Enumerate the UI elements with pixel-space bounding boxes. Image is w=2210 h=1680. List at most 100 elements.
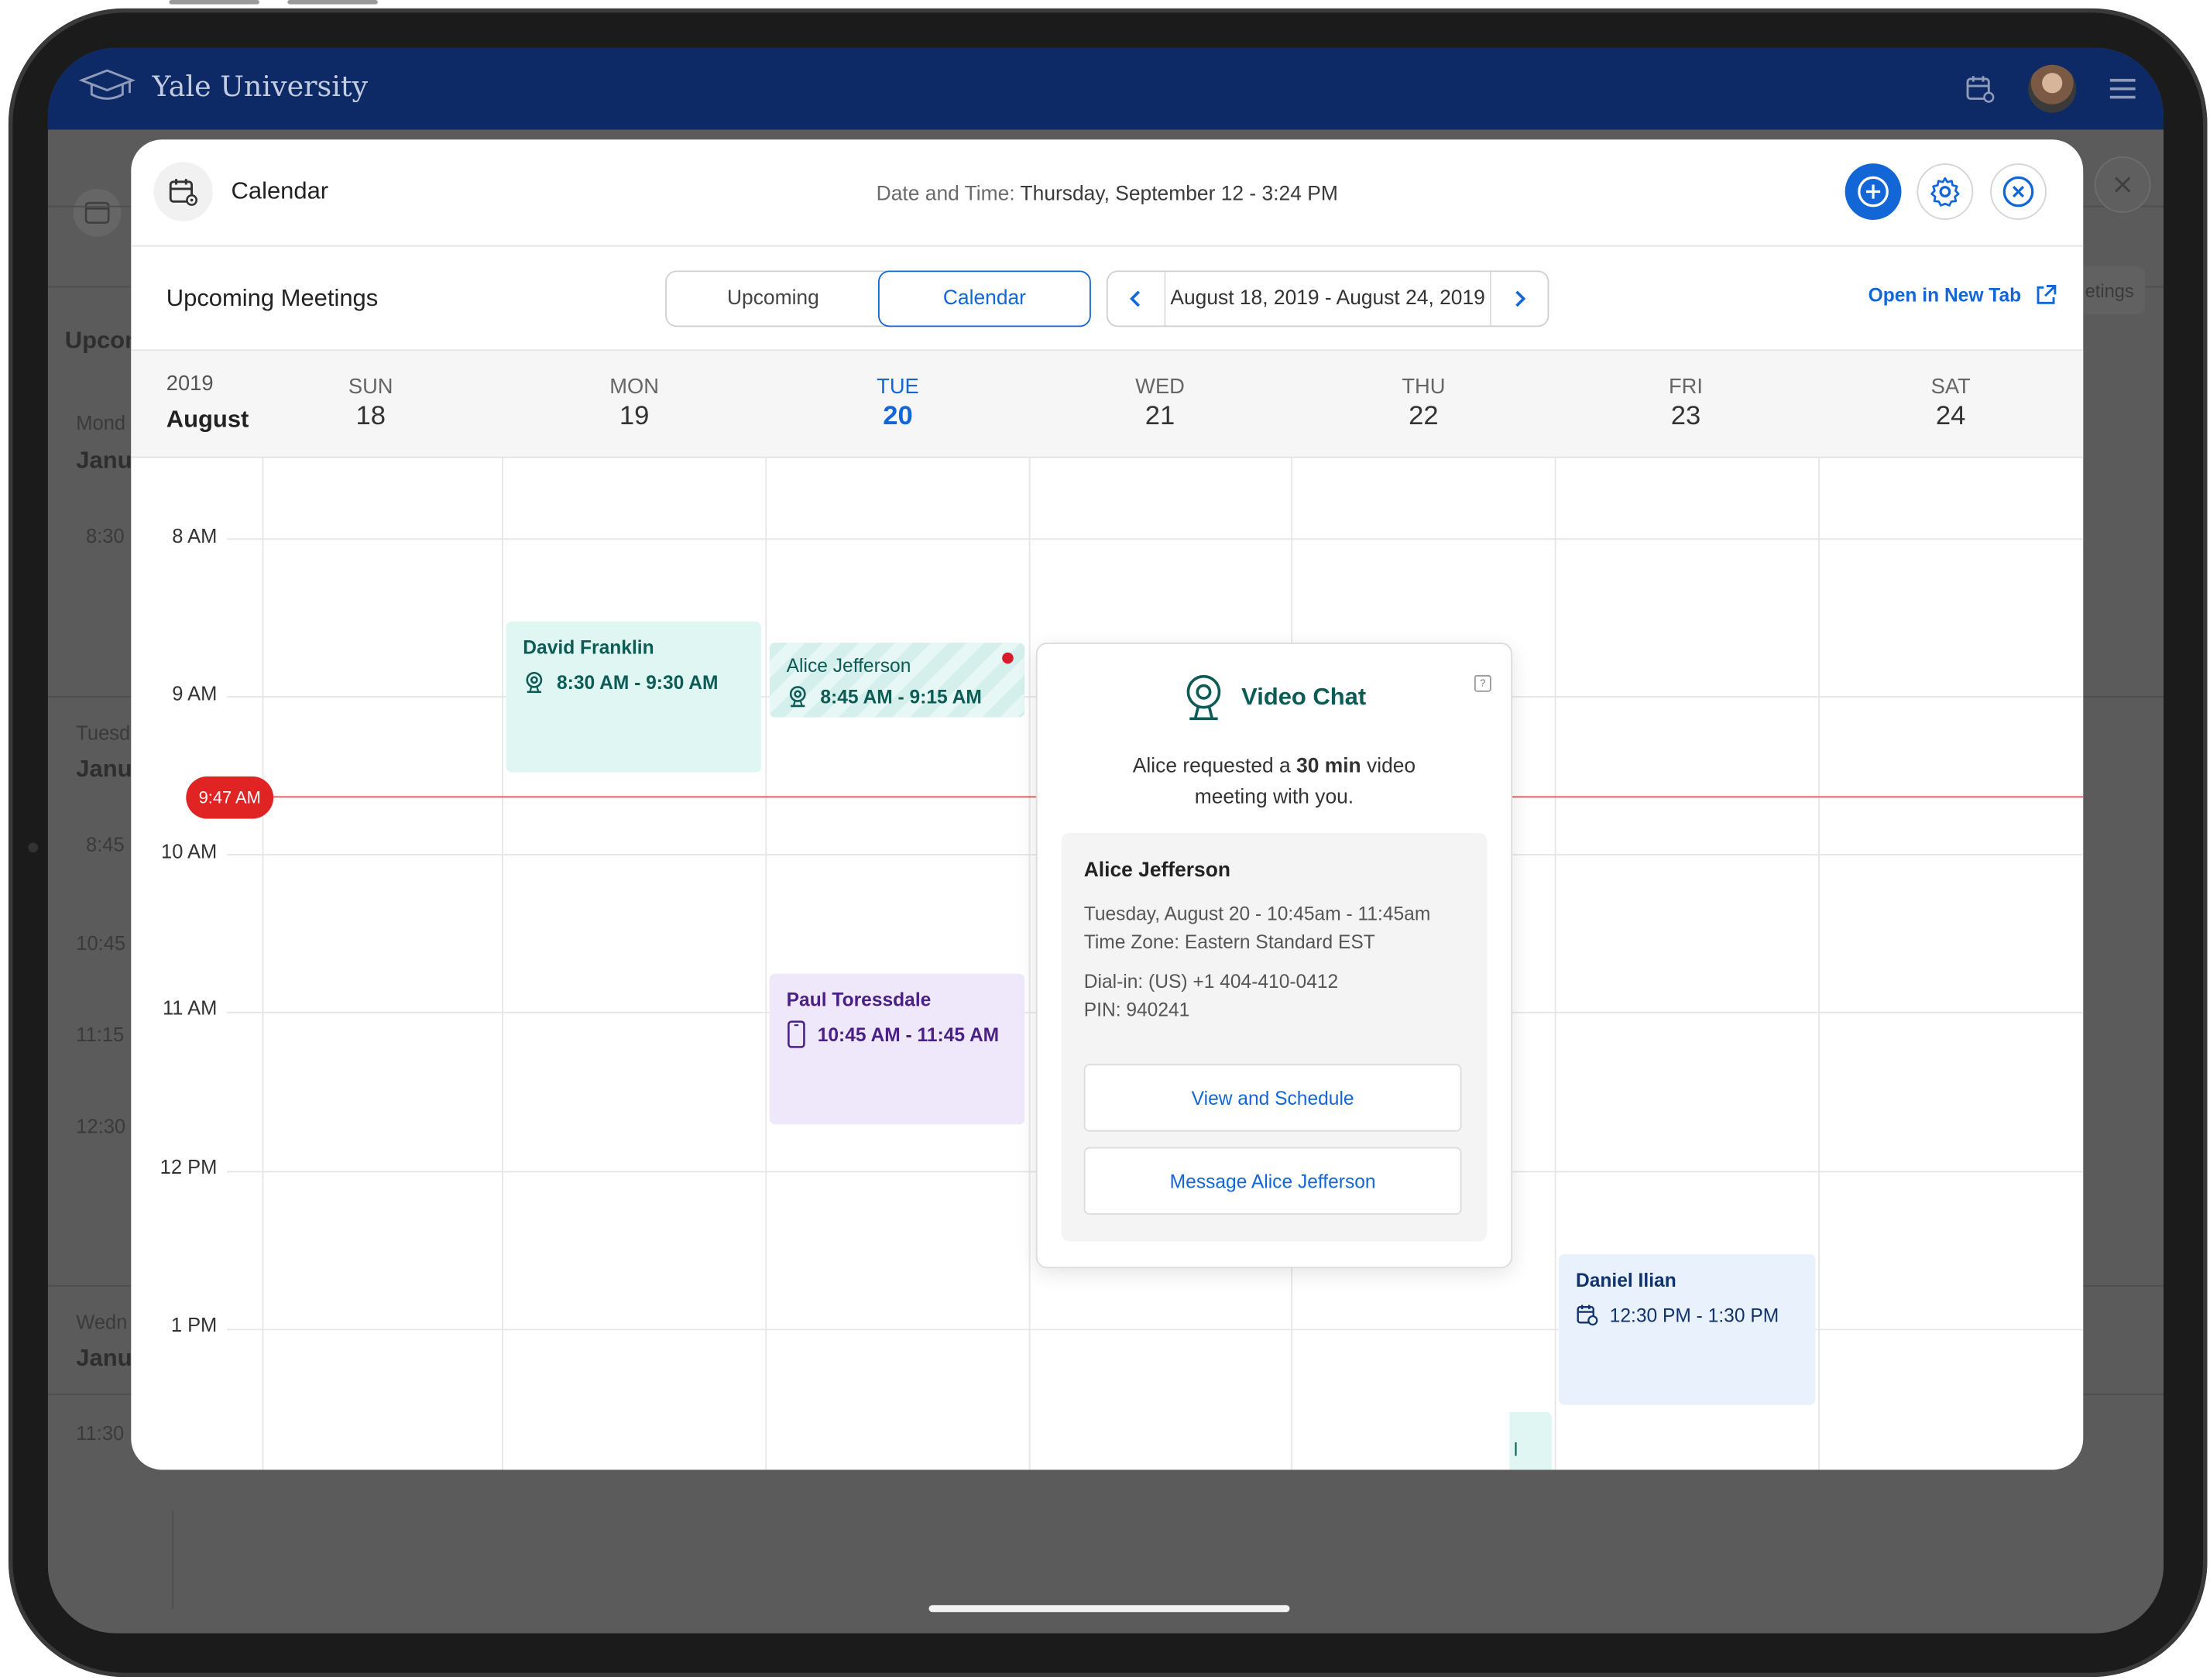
day-header-row: 2019 August SUN 18 MON 19 TUE 20 WED 21 THU 2… xyxy=(131,351,2084,458)
close-circle-icon xyxy=(2002,176,2034,207)
popover-message: Alice requested a 30 min video meeting w… xyxy=(1093,751,1454,813)
tab-calendar[interactable]: Calendar xyxy=(877,270,1091,327)
home-indicator[interactable] xyxy=(928,1605,1290,1613)
event-time-row: 12:30 PM - 1:30 PM xyxy=(1576,1304,1815,1326)
day-weekday: THU xyxy=(1402,375,1446,399)
phone-icon xyxy=(788,1020,805,1048)
date-range-picker: August 18, 2019 - August 24, 2019 xyxy=(1106,270,1549,327)
day-number: 22 xyxy=(1409,401,1439,431)
day-weekday: SAT xyxy=(1930,375,1971,399)
calendar-icon xyxy=(1577,1305,1598,1326)
background-time: 11:30 xyxy=(76,1421,125,1445)
day-weekday: MON xyxy=(609,375,659,399)
message-duration: 30 min xyxy=(1296,755,1361,778)
hidden-event-fragment[interactable]: l xyxy=(1509,1411,1553,1470)
background-time: 8:45 xyxy=(86,832,125,855)
day-column-divider xyxy=(1028,458,1031,1470)
meeting-dial-in: Dial-in: (US) +1 404-410-0412 xyxy=(1083,971,1339,993)
video-chat-icon xyxy=(526,671,543,693)
background-day-weekday: Mond xyxy=(76,411,126,434)
day-weekday: TUE xyxy=(877,375,919,399)
background-day-weekday: Wedn xyxy=(76,1310,128,1333)
video-chat-icon xyxy=(789,686,806,708)
calendar-year: 2019 xyxy=(166,372,214,396)
day-weekday: FRI xyxy=(1668,375,1703,399)
popover-title: Video Chat xyxy=(1241,683,1367,711)
event-alice-jefferson[interactable]: Alice Jefferson 8:45 AM - 9:15 AM xyxy=(769,643,1025,718)
time-label: 12 PM xyxy=(160,1155,218,1178)
message-attendee-button[interactable]: Message Alice Jefferson xyxy=(1083,1147,1462,1215)
meeting-details-card: Alice Jefferson Tuesday, August 20 - 10:… xyxy=(1061,832,1488,1242)
background-calendar-icon xyxy=(73,188,122,237)
time-label: 11 AM xyxy=(162,996,218,1020)
time-label: 9 AM xyxy=(172,681,218,705)
day-header[interactable]: FRI 23 xyxy=(1601,375,1770,433)
day-header[interactable]: SUN 18 xyxy=(287,375,455,433)
background-close-button[interactable] xyxy=(2095,157,2150,212)
day-column-divider xyxy=(262,458,264,1470)
event-time-row: 10:45 AM - 11:45 AM xyxy=(787,1020,1025,1048)
datetime-label: Date and Time: xyxy=(876,183,1015,206)
close-modal-button[interactable] xyxy=(1990,163,2047,220)
background-time: 11:15 xyxy=(76,1023,125,1046)
time-label: 8 AM xyxy=(172,524,218,547)
day-number: 24 xyxy=(1935,401,1966,431)
event-time-row: 8:45 AM - 9:15 AM xyxy=(787,685,1025,708)
graduation-cap-icon xyxy=(78,69,136,100)
day-header[interactable]: THU 22 xyxy=(1339,375,1508,433)
event-paul-toressdale[interactable]: Paul Toressdale 10:45 AM - 11:45 AM xyxy=(769,973,1025,1125)
day-weekday: WED xyxy=(1135,375,1185,399)
help-icon[interactable]: ? xyxy=(1474,674,1491,692)
previous-week-button[interactable] xyxy=(1108,272,1166,326)
popover-header: Video Chat xyxy=(1038,674,1512,722)
tab-upcoming[interactable]: Upcoming xyxy=(667,270,880,327)
brand[interactable]: Yale University xyxy=(78,67,369,104)
avatar[interactable] xyxy=(2028,64,2077,113)
event-time: 12:30 PM - 1:30 PM xyxy=(1609,1304,1779,1325)
day-number: 21 xyxy=(1144,401,1175,431)
day-header-today[interactable]: TUE 20 xyxy=(813,375,982,433)
volume-button xyxy=(169,0,259,5)
video-chat-icon xyxy=(1186,674,1220,721)
video-chat-popover: Video Chat ? Alice requested a 30 min vi… xyxy=(1035,643,1513,1269)
day-weekday: SUN xyxy=(348,375,393,399)
open-in-new-tab-link[interactable]: Open in New Tab xyxy=(1869,285,2057,306)
current-time-badge: 9:47 AM xyxy=(186,776,274,819)
settings-button[interactable] xyxy=(1917,163,1974,220)
camera-dot xyxy=(28,842,39,853)
app-bar: Yale University xyxy=(47,47,2164,130)
add-meeting-button[interactable] xyxy=(1845,163,1902,220)
event-time: 8:45 AM - 9:15 AM xyxy=(820,685,982,707)
open-in-new-tab-label: Open in New Tab xyxy=(1868,284,2022,306)
day-number: 19 xyxy=(619,401,650,431)
day-header[interactable]: MON 19 xyxy=(550,375,719,433)
day-header[interactable]: SAT 24 xyxy=(1866,375,2035,433)
event-name: Daniel Ilian xyxy=(1575,1270,1676,1291)
calendar-modal: Calendar Date and Time: Thursday, Septem… xyxy=(131,139,2084,1470)
power-button xyxy=(287,0,378,5)
message-text: Alice requested a xyxy=(1132,755,1297,778)
hour-gridline xyxy=(227,538,2084,540)
day-column-divider xyxy=(1818,458,1820,1470)
event-daniel-ilian[interactable]: Daniel Ilian 12:30 PM - 1:30 PM xyxy=(1559,1253,1816,1405)
next-week-button[interactable] xyxy=(1489,272,1548,326)
day-number: 23 xyxy=(1670,401,1701,431)
unread-indicator xyxy=(1002,652,1014,664)
view-toggle: Upcoming Calendar xyxy=(665,270,1091,327)
calendar-settings-icon[interactable] xyxy=(1964,72,1998,106)
attendee-name: Alice Jefferson xyxy=(1083,859,1230,883)
day-header[interactable]: WED 21 xyxy=(1076,375,1244,433)
menu-icon[interactable] xyxy=(2107,76,2138,101)
meeting-when: Tuesday, August 20 - 10:45am - 11:45am xyxy=(1083,903,1431,925)
date-range-label: August 18, 2019 - August 24, 2019 xyxy=(1170,287,1485,310)
day-column-divider xyxy=(501,458,503,1470)
app-actions xyxy=(1964,64,2139,113)
event-time-row: 8:30 AM - 9:30 AM xyxy=(523,670,761,693)
event-david-franklin[interactable]: David Franklin 8:30 AM - 9:30 AM xyxy=(506,621,761,773)
calendar-toolbar: Upcoming Meetings Upcoming Calendar Augu… xyxy=(131,247,2084,351)
brand-name: Yale University xyxy=(152,69,369,103)
view-and-schedule-button[interactable]: View and Schedule xyxy=(1083,1064,1462,1132)
event-name: Alice Jefferson xyxy=(786,655,911,677)
chevron-right-icon xyxy=(1515,290,1526,307)
event-time: 10:45 AM - 11:45 AM xyxy=(817,1023,1000,1045)
